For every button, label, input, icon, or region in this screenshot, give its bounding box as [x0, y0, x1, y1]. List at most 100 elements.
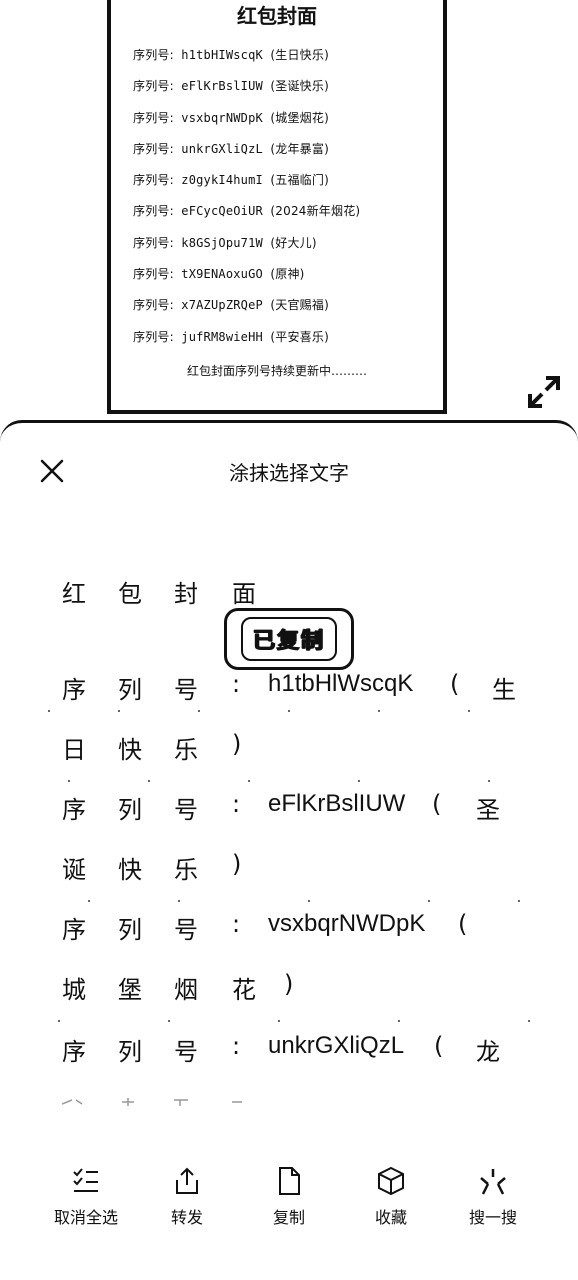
action-toolbar: 取消全选 转发 复制 收藏 搜一搜 [0, 1166, 578, 1246]
card-row-code: eFCycQeOiUR [181, 204, 263, 219]
card-row-note: (城堡烟花) [270, 110, 329, 125]
selectable-char[interactable]: 列 [118, 670, 142, 705]
selectable-char[interactable]: 堡 [118, 970, 142, 1005]
card-row-label: 序列号: [133, 204, 174, 219]
card-row-code: x7AZUpZRQeP [181, 298, 263, 313]
image-preview: 红包封面 序列号: h1tbHIWscqK (生日快乐) 序列号: eFlKrB… [0, 0, 578, 420]
selectable-char[interactable]: ) [284, 970, 293, 998]
card-row-note: (生日快乐) [270, 48, 329, 62]
selectable-char[interactable]: 龙 [476, 1032, 500, 1067]
text-line[interactable]: 序 列 号 : eFlKrBslIUW ( 圣 [62, 790, 542, 830]
card-row: 序列号: eFlKrBslIUW (圣诞快乐) [133, 77, 360, 108]
card-row-code: h1tbHIWscqK [181, 48, 263, 62]
selectable-char[interactable]: 红 [62, 574, 86, 609]
selectable-char[interactable]: 包 [118, 574, 142, 609]
selectable-char[interactable]: 序 [62, 670, 86, 705]
selectable-code[interactable]: vsxbqrNWDpK [268, 910, 425, 938]
card-row: 序列号: x7AZUpZRQeP (天官赐福) [133, 296, 360, 327]
card-row-label: 序列号: [133, 329, 174, 344]
card-code-list: 序列号: h1tbHIWscqK (生日快乐) 序列号: eFlKrBslIUW… [133, 46, 360, 359]
card-row: 序列号: tX9ENAoxuGO (原神) [133, 265, 360, 296]
line-separator [48, 780, 548, 784]
toolbar-label: 搜一搜 [468, 1208, 517, 1227]
card-row-code: jufRM8wieHH [181, 329, 263, 344]
text-line[interactable]: 序 列 号 : vsxbqrNWDpK ( [62, 910, 542, 950]
card-row: 序列号: h1tbHIWscqK (生日快乐) [133, 46, 360, 77]
copy-button[interactable]: 复制 [239, 1166, 339, 1228]
card-row-note: (五福临门) [270, 173, 329, 188]
selectable-char[interactable]: ) [232, 850, 241, 878]
card-row-label: 序列号: [133, 141, 174, 156]
checklist-icon [73, 1168, 98, 1192]
selectable-char[interactable]: : [232, 1032, 240, 1060]
selectable-char[interactable]: 生 [492, 670, 516, 705]
card-row-label: 序列号: [133, 48, 174, 62]
text-line[interactable]: 诞 快 乐 ) [62, 850, 542, 890]
selectable-char[interactable]: 封 [174, 574, 198, 609]
search-button[interactable]: 搜一搜 [443, 1166, 543, 1228]
selectable-char[interactable]: 列 [118, 1032, 142, 1067]
selectable-char[interactable]: 烟 [174, 970, 198, 1005]
text-line[interactable]: 日 快 乐 ) [62, 730, 542, 770]
card-row-code: unkrGXliQzL [181, 141, 263, 156]
selectable-code[interactable]: unkrGXliQzL [268, 1032, 404, 1060]
card-row-note: (原神) [270, 267, 305, 282]
sheet-title: 涂抹选择文字 [229, 461, 349, 485]
toolbar-label: 收藏 [374, 1208, 407, 1227]
selectable-char[interactable]: 序 [62, 910, 86, 945]
selectable-char[interactable]: : [232, 670, 240, 698]
card-row-label: 序列号: [133, 298, 174, 313]
selectable-code[interactable]: h1tbHlWscqK [268, 670, 413, 698]
card-row-label: 序列号: [133, 79, 174, 94]
selectable-char[interactable]: ( [450, 670, 459, 698]
selectable-char[interactable]: 快 [118, 850, 142, 885]
selectable-char[interactable]: 乐 [174, 730, 198, 765]
card-row-code: k8GSjOpu71W [181, 235, 263, 250]
text-line[interactable]: 城 堡 烟 花 ) [62, 970, 542, 1010]
text-line[interactable]: 序 列 号 : unkrGXliQzL ( 龙 [62, 1032, 542, 1072]
selectable-char[interactable]: ( [434, 1032, 443, 1060]
selectable-char[interactable]: 花 [232, 970, 256, 1005]
selectable-char[interactable]: ( [432, 790, 441, 818]
card-row-label: 序列号: [133, 267, 174, 282]
selectable-char[interactable]: 号 [174, 670, 198, 705]
selectable-char[interactable]: 列 [118, 790, 142, 825]
selectable-char[interactable]: 诞 [62, 850, 86, 885]
card-row-code: vsxbqrNWDpK [181, 110, 263, 125]
forward-button[interactable]: 转发 [137, 1166, 237, 1228]
card-row: 序列号: unkrGXliQzL (龙年暴富) [133, 140, 360, 171]
toast-text: 已复制 [240, 617, 337, 661]
selectable-char[interactable]: 号 [174, 790, 198, 825]
selectable-char[interactable]: 序 [62, 790, 86, 825]
card-row-label: 序列号: [133, 173, 174, 188]
search-spark-icon [480, 1169, 506, 1195]
favorite-button[interactable]: 收藏 [341, 1166, 441, 1228]
selectable-char[interactable]: 号 [174, 1032, 198, 1067]
toolbar-label: 转发 [170, 1208, 203, 1227]
selectable-char[interactable]: 序 [62, 1032, 86, 1067]
card-row-code: z0gykI4humI [181, 173, 263, 188]
selectable-char[interactable]: 快 [118, 730, 142, 765]
card-row: 序列号: jufRM8wieHH (平安喜乐) [133, 328, 360, 359]
selectable-char[interactable]: : [232, 910, 240, 938]
card-row-code: tX9ENAoxuGO [181, 267, 263, 282]
selectable-char[interactable]: 日 [62, 730, 86, 765]
expand-icon[interactable] [524, 372, 564, 412]
text-line[interactable]: 序 列 号 : h1tbHlWscqK ( 生 [62, 670, 542, 710]
selectable-char[interactable]: ( [458, 910, 467, 938]
selectable-char[interactable]: 号 [174, 910, 198, 945]
selectable-char[interactable]: ) [232, 730, 241, 758]
red-packet-card: 红包封面 序列号: h1tbHIWscqK (生日快乐) 序列号: eFlKrB… [107, 0, 447, 414]
card-row-note: (龙年暴富) [270, 141, 329, 156]
clipped-text-line [62, 1098, 242, 1106]
selectable-char[interactable]: 圣 [476, 790, 500, 825]
line-separator [48, 1020, 548, 1024]
selectable-char[interactable]: 列 [118, 910, 142, 945]
selectable-char[interactable]: 乐 [174, 850, 198, 885]
share-icon [176, 1167, 198, 1194]
selectable-char[interactable]: 城 [62, 970, 86, 1005]
selectable-char[interactable]: 面 [232, 574, 256, 609]
selectable-char[interactable]: : [232, 790, 240, 818]
selectable-code[interactable]: eFlKrBslIUW [268, 790, 405, 818]
deselect-all-button[interactable]: 取消全选 [36, 1166, 136, 1228]
